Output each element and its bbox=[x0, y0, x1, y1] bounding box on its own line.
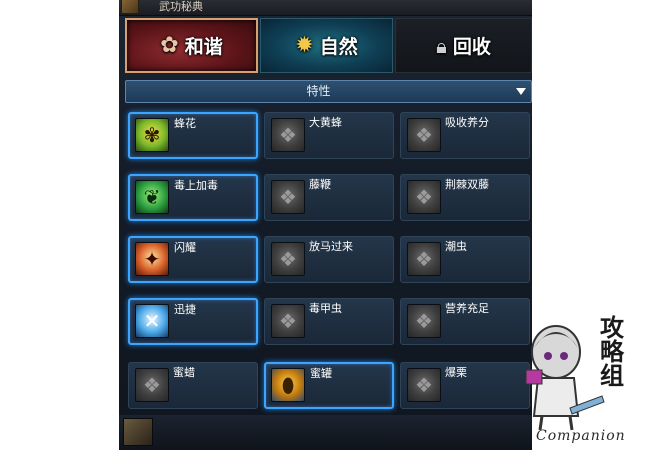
skill-name: 毒上加毒 bbox=[174, 179, 218, 192]
skill-card[interactable]: ❖ 营养充足 bbox=[400, 298, 530, 345]
skill-name: 吸收养分 bbox=[445, 116, 489, 129]
skill-card[interactable]: ❖ 藤鞭 bbox=[264, 174, 394, 221]
skill-card[interactable]: ✕ 迅捷 bbox=[128, 298, 258, 345]
pillbug-icon: ❖ bbox=[407, 242, 441, 276]
honey-pot-icon: ⬮ bbox=[271, 368, 305, 402]
bottom-book-icon bbox=[123, 418, 153, 446]
chestnut-icon: ❖ bbox=[407, 368, 441, 402]
watermark-companion-text: Companion bbox=[536, 428, 626, 444]
skill-name: 蜂花 bbox=[174, 117, 196, 130]
skill-name: 蜜罐 bbox=[310, 367, 332, 380]
honey-bee-icon: ✾ bbox=[135, 118, 169, 152]
absorb-icon: ❖ bbox=[407, 118, 441, 152]
skill-card[interactable]: ❖ 大黄蜂 bbox=[264, 112, 394, 159]
poison-beetle-icon: ❖ bbox=[271, 304, 305, 338]
vine-whip-icon: ❖ bbox=[271, 180, 305, 214]
flash-icon: ✦ bbox=[135, 242, 169, 276]
skill-card[interactable]: ❦ 毒上加毒 bbox=[128, 174, 258, 221]
skill-card[interactable]: ❖ 吸收养分 bbox=[400, 112, 530, 159]
skill-card[interactable]: ✦ 闪耀 bbox=[128, 236, 258, 283]
skill-name: 大黄蜂 bbox=[309, 116, 342, 129]
watermark-logo: 攻略组 Companion bbox=[520, 312, 650, 450]
hornet-icon: ❖ bbox=[271, 118, 305, 152]
skill-card[interactable]: ⬮ 蜜罐 bbox=[264, 362, 394, 409]
skill-name: 营养充足 bbox=[445, 302, 489, 315]
skill-card[interactable]: ❖ 荆棘双藤 bbox=[400, 174, 530, 221]
skill-book-panel: 武功秘典 ✿ 和谐 ✹ 自然 🔒︎ 回收 特性 ✾ 蜂花 ❖ 大黄蜂 ❖ 吸收养分 ❦ 毒上加… bbox=[119, 0, 532, 450]
skill-name: 荆棘双藤 bbox=[445, 178, 489, 191]
bottom-strip bbox=[119, 415, 532, 450]
watermark-chars: 攻略组 bbox=[600, 313, 624, 390]
skill-name: 蜜蜡 bbox=[173, 366, 195, 379]
taunt-icon: ❖ bbox=[271, 242, 305, 276]
thorn-vine-icon: ❖ bbox=[407, 180, 441, 214]
skill-card[interactable]: ❖ 潮虫 bbox=[400, 236, 530, 283]
skill-name: 爆栗 bbox=[445, 366, 467, 379]
skill-card[interactable]: ❖ 放马过来 bbox=[264, 236, 394, 283]
nourish-icon: ❖ bbox=[407, 304, 441, 338]
beeswax-icon: ❖ bbox=[135, 368, 169, 402]
skill-card[interactable]: ✾ 蜂花 bbox=[128, 112, 258, 159]
swift-icon: ✕ bbox=[135, 304, 169, 338]
skill-card[interactable]: ❖ 爆栗 bbox=[400, 362, 530, 409]
skill-name: 藤鞭 bbox=[309, 178, 331, 191]
skill-card[interactable]: ❖ 毒甲虫 bbox=[264, 298, 394, 345]
skill-name: 放马过来 bbox=[309, 240, 353, 253]
skill-name: 闪耀 bbox=[174, 241, 196, 254]
skill-grid: ✾ 蜂花 ❖ 大黄蜂 ❖ 吸收养分 ❦ 毒上加毒 ❖ 藤鞭 ❖ 荆棘双藤 ✦ 闪耀 ❖ 放马过来 ❖ 潮虫 ✕ 迅捷 ❖… bbox=[119, 0, 532, 450]
skill-name: 潮虫 bbox=[445, 240, 467, 253]
poison-vine-icon: ❦ bbox=[135, 180, 169, 214]
skill-card[interactable]: ❖ 蜜蜡 bbox=[128, 362, 258, 409]
skill-name: 迅捷 bbox=[174, 303, 196, 316]
skill-name: 毒甲虫 bbox=[309, 302, 342, 315]
